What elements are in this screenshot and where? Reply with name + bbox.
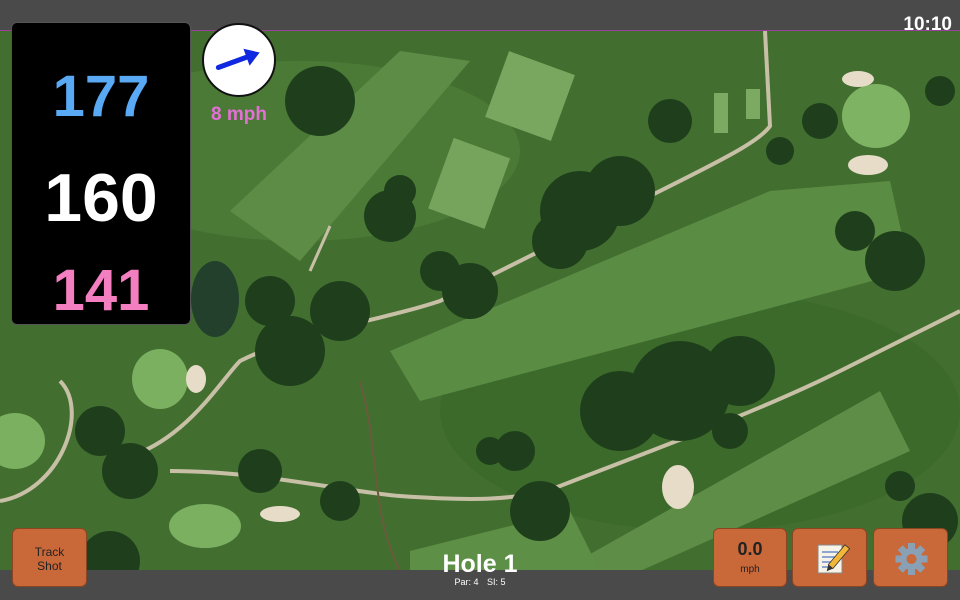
wind-speed-label: 8 mph: [211, 104, 267, 125]
gear-icon: [895, 543, 928, 575]
back-distance: 177: [52, 64, 150, 129]
track-shot-label-line1: Track: [34, 545, 65, 559]
speed-unit: mph: [740, 564, 760, 575]
speed-button[interactable]: 0.0 mph: [713, 528, 787, 587]
settings-button[interactable]: [873, 528, 948, 587]
wind-indicator: [202, 23, 276, 97]
distance-panel: 177 160 141: [11, 22, 191, 325]
track-shot-button[interactable]: Track Shot: [12, 528, 87, 587]
middle-distance: 160: [44, 160, 158, 236]
speed-value: 0.0: [737, 539, 763, 559]
notes-button[interactable]: [792, 528, 867, 587]
hole-title: Hole 1: [442, 550, 518, 578]
hole-meta: Par: 4 SI: 5: [380, 577, 580, 587]
track-shot-label-line2: Shot: [37, 559, 62, 573]
front-distance: 141: [52, 258, 150, 323]
memo-icon: [817, 544, 851, 574]
stroke-index-label: SI: 5: [487, 577, 506, 587]
wind-arrow-icon: [215, 48, 260, 71]
par-label: Par: 4: [454, 577, 479, 587]
